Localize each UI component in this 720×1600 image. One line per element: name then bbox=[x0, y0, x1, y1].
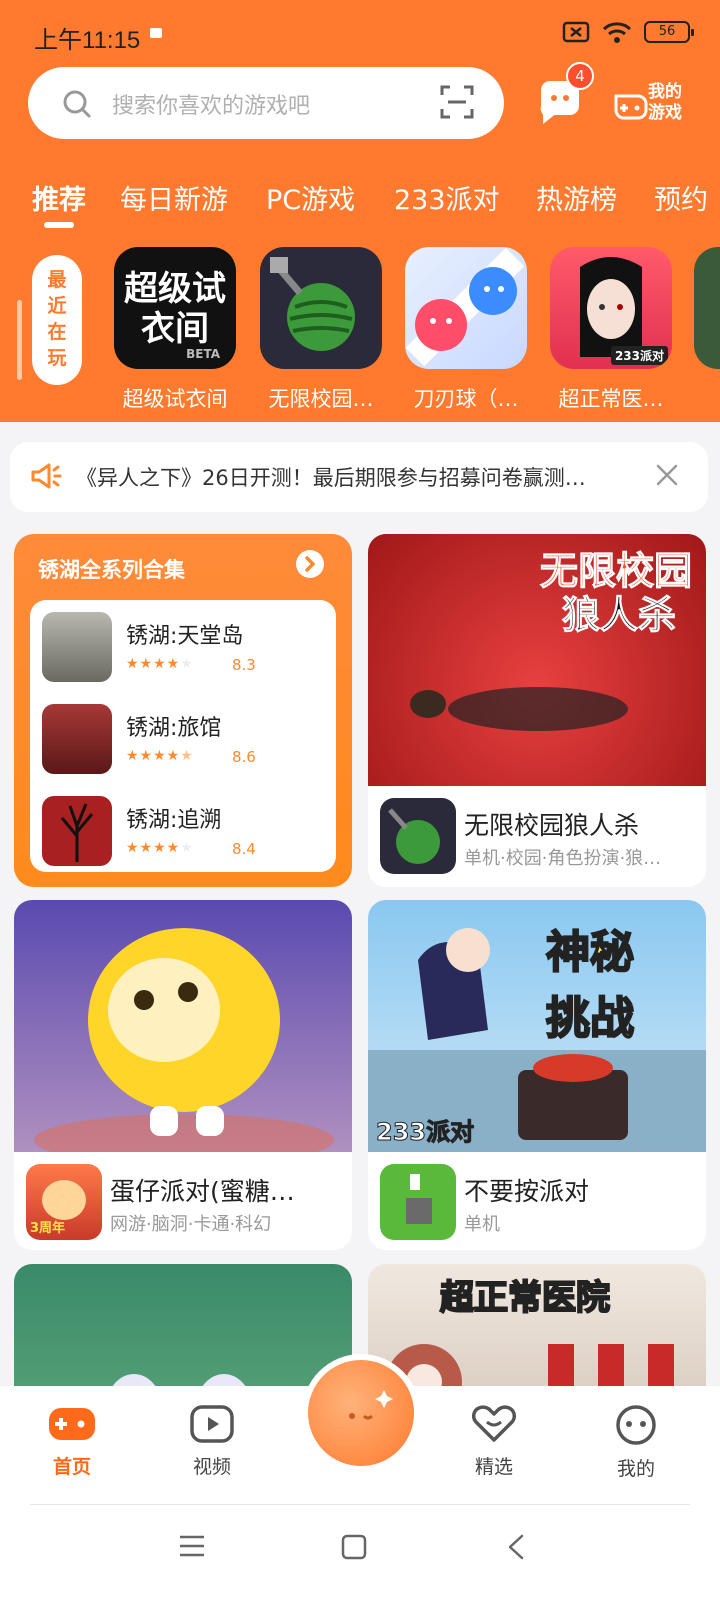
heart-icon bbox=[471, 1405, 517, 1442]
game-name: 无限校园狼人杀 bbox=[464, 811, 640, 840]
game-tags: 网游·脑洞·卡通·科幻 bbox=[110, 1214, 272, 1235]
nav-video[interactable]: 视频 bbox=[162, 1404, 262, 1479]
rating-score: 8.6 bbox=[232, 748, 256, 766]
my-games-label: 我的游戏 bbox=[648, 82, 682, 123]
tab-recommend[interactable]: 推荐 bbox=[32, 178, 86, 217]
recording-icon bbox=[150, 28, 162, 38]
nav-profile[interactable]: 我的 bbox=[586, 1404, 686, 1481]
back-icon[interactable] bbox=[504, 1534, 528, 1560]
announcement-bar[interactable]: 《异人之下》26日开测！最后期限参与招募问卷赢测… bbox=[10, 442, 708, 512]
recent-game-4[interactable]: 233派对 超正常医… bbox=[550, 247, 672, 413]
collection-list: 锈湖:天堂岛 ★★★★★ 8.3 锈湖:旅馆 ★★★★★ 8.6 锈湖:追溯 ★… bbox=[30, 600, 336, 872]
my-games-button[interactable]: 我的游戏 bbox=[612, 80, 692, 130]
category-tabs: 推荐 每日新游 PC游戏 233派对 热游榜 预约 bbox=[0, 178, 720, 228]
rating-score: 8.4 bbox=[232, 840, 256, 858]
rusty-lake-collection[interactable]: 锈湖全系列合集 锈湖:天堂岛 ★★★★★ 8.3 锈湖:旅馆 ★★★★★ 8.6… bbox=[14, 534, 352, 887]
close-icon[interactable] bbox=[654, 462, 680, 488]
gamepad-icon bbox=[614, 94, 648, 120]
divider bbox=[30, 1504, 690, 1505]
search-placeholder: 搜索你喜欢的游戏吧 bbox=[112, 94, 311, 119]
list-item[interactable]: 锈湖:旅馆 ★★★★★ 8.6 bbox=[42, 704, 332, 784]
game-banner bbox=[14, 900, 352, 1152]
status-bar: 上午11:15 56 bbox=[0, 0, 720, 70]
tab-preorder[interactable]: 预约 bbox=[654, 178, 708, 217]
rating-stars: ★★★★★ bbox=[126, 840, 194, 856]
game-card[interactable]: 无限校园 狼人杀 无限校园狼人杀 单机·校园·角色扮演·狼… bbox=[368, 534, 706, 887]
game-name: 无限校园… bbox=[268, 387, 374, 411]
tab-233-party[interactable]: 233派对 bbox=[394, 178, 500, 217]
watermelon-icon bbox=[260, 247, 382, 369]
chevron-right-icon bbox=[305, 556, 315, 572]
recently-played-label[interactable]: 最近在玩 bbox=[32, 255, 82, 385]
blade-ball-icon bbox=[405, 247, 527, 369]
recent-game-2[interactable]: 无限校园… bbox=[260, 247, 382, 413]
menu-icon[interactable] bbox=[178, 1534, 206, 1558]
home-square-icon[interactable] bbox=[340, 1534, 368, 1560]
game-tags: 单机 bbox=[464, 1214, 500, 1235]
game-icon: 3周年 bbox=[26, 1164, 102, 1240]
game-icon bbox=[42, 612, 112, 682]
watermelon-icon bbox=[380, 798, 456, 874]
recent-game-1[interactable]: 超级试衣间 BETA 超级试衣间 bbox=[114, 247, 236, 413]
game-banner: 无限校园 狼人杀 bbox=[368, 534, 706, 786]
game-card[interactable]: 3周年 蛋仔派对(蜜糖… 网游·脑洞·卡通·科幻 bbox=[14, 900, 352, 1250]
center-mascot-button[interactable] bbox=[302, 1354, 420, 1472]
wifi-icon bbox=[602, 22, 632, 43]
active-tab-indicator bbox=[44, 222, 74, 228]
tree-icon bbox=[42, 796, 112, 866]
tab-daily-new[interactable]: 每日新游 bbox=[120, 178, 228, 217]
list-item[interactable]: 锈湖:追溯 ★★★★★ 8.4 bbox=[42, 796, 332, 876]
game-icon bbox=[42, 704, 112, 774]
rating-stars: ★★★★★ bbox=[126, 656, 194, 672]
nav-home[interactable]: 首页 bbox=[22, 1404, 122, 1479]
scroll-indicator bbox=[17, 300, 22, 380]
game-card[interactable]: 神秘 挑战 233派对 不要按派对 单机 bbox=[368, 900, 706, 1250]
video-play-icon bbox=[190, 1405, 234, 1443]
scan-icon[interactable] bbox=[440, 85, 474, 119]
game-tags: 单机·校园·角色扮演·狼… bbox=[464, 848, 662, 869]
game-icon: 超级试衣间 BETA bbox=[114, 247, 236, 369]
game-name: 锈湖:旅馆 bbox=[126, 716, 222, 741]
tab-pc-games[interactable]: PC游戏 bbox=[266, 178, 355, 217]
game-icon bbox=[380, 1164, 456, 1240]
status-time: 上午11:15 bbox=[34, 27, 141, 54]
list-item[interactable]: 锈湖:天堂岛 ★★★★★ 8.3 bbox=[42, 612, 332, 692]
game-name: 刀刃球（… bbox=[413, 387, 519, 411]
tab-hot-ranking[interactable]: 热游榜 bbox=[536, 178, 617, 217]
recent-game-3[interactable]: 刀刃球（… bbox=[405, 247, 527, 413]
game-banner: 神秘 挑战 233派对 bbox=[368, 900, 706, 1152]
game-name: 锈湖:追溯 bbox=[126, 808, 222, 833]
rating-score: 8.3 bbox=[232, 656, 256, 674]
collection-title: 锈湖全系列合集 bbox=[38, 558, 185, 582]
search-icon bbox=[63, 90, 91, 118]
mascot-icon bbox=[308, 1360, 414, 1466]
recent-game-5-partial[interactable] bbox=[694, 247, 720, 369]
rating-stars: ★★★★★ bbox=[126, 748, 194, 764]
game-name: 不要按派对 bbox=[464, 1177, 590, 1206]
gamepad-icon bbox=[49, 1408, 95, 1440]
game-icon: 233派对 bbox=[550, 247, 672, 369]
no-sim-icon bbox=[562, 21, 590, 43]
game-name: 超级试衣间 bbox=[122, 387, 228, 411]
battery-icon: 56 bbox=[644, 21, 694, 43]
game-name: 超正常医… bbox=[558, 387, 664, 411]
more-button[interactable] bbox=[296, 550, 324, 578]
search-bar[interactable]: 搜索你喜欢的游戏吧 bbox=[28, 67, 504, 139]
game-name: 蛋仔派对(蜜糖… bbox=[110, 1177, 295, 1206]
nav-featured[interactable]: 精选 bbox=[444, 1404, 544, 1479]
face-icon bbox=[616, 1405, 656, 1445]
game-name: 锈湖:天堂岛 bbox=[126, 624, 244, 649]
megaphone-icon bbox=[31, 463, 62, 489]
message-badge: 4 bbox=[566, 62, 594, 90]
announcement-text: 《异人之下》26日开测！最后期限参与招募问卷赢测… bbox=[76, 466, 586, 490]
